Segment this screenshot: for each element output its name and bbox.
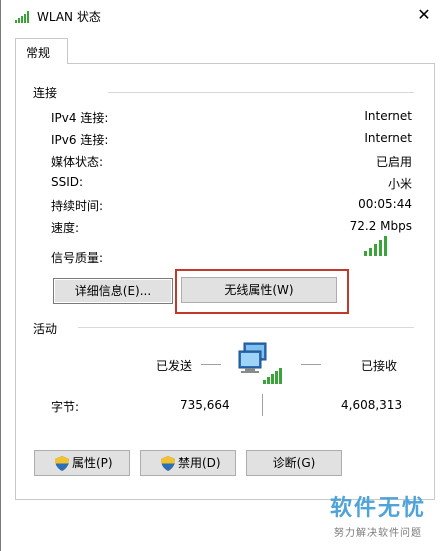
sent-line [201,364,221,365]
general-panel: 连接 IPv4 连接: Internet IPv6 连接: Internet 媒… [15,63,435,500]
speed-value: 72.2 Mbps [349,219,412,233]
title-bar: WLAN 状态 ✕ [1,0,447,32]
close-button[interactable]: ✕ [414,5,434,25]
close-icon: ✕ [417,5,431,24]
shield-icon [161,456,175,471]
window-title: WLAN 状态 [37,10,101,24]
ssid-label: SSID: [51,175,84,189]
watermark: 软件无忧 努力解决软件问题 [319,490,437,539]
received-line [301,364,321,365]
shield-icon [55,456,69,471]
wlan-status-window: WLAN 状态 ✕ 常规 连接 IPv4 连接: Internet IPv6 连… [0,0,447,551]
signal-quality-label: 信号质量: [51,251,104,265]
bytes-label: 字节: [51,400,80,414]
ssid-value: 小米 [387,177,412,191]
activity-divider [78,327,414,328]
disable-label: 禁用(D) [178,456,221,470]
received-label: 已接收 [361,359,398,373]
duration-label: 持续时间: [51,199,104,213]
bytes-separator [262,394,263,416]
tab-general[interactable]: 常规 [15,38,68,64]
bytes-sent-value: 735,664 [180,398,230,412]
activity-section-title: 活动 [33,322,58,336]
watermark-slogan: 努力解决软件问题 [334,528,422,539]
ipv6-label: IPv6 连接: [51,133,109,147]
watermark-brand: 软件无忧 [329,496,426,521]
ipv6-value: Internet [364,131,412,145]
disable-button[interactable]: 禁用(D) [140,450,236,476]
properties-button[interactable]: 属性(P) [34,450,130,476]
wifi-signal-icon [15,11,29,23]
speed-label: 速度: [51,221,80,235]
diagnose-button[interactable]: 诊断(G) [246,450,342,476]
signal-strength-icon [364,236,387,256]
sent-label: 已发送 [156,359,193,373]
duration-value: 00:05:44 [358,197,412,211]
media-state-label: 媒体状态: [51,155,104,169]
connection-section-title: 连接 [33,86,58,100]
details-button[interactable]: 详细信息(E)... [53,278,173,304]
bytes-received-value: 4,608,313 [341,398,403,412]
wireless-properties-button[interactable]: 无线属性(W) [181,277,337,303]
network-computers-icon [238,342,282,384]
ipv4-value: Internet [364,109,412,123]
tab-general-label: 常规 [26,46,51,60]
connection-divider [108,92,414,93]
media-state-value: 已启用 [375,155,412,169]
ipv4-label: IPv4 连接: [51,111,109,125]
properties-label: 属性(P) [72,456,113,470]
